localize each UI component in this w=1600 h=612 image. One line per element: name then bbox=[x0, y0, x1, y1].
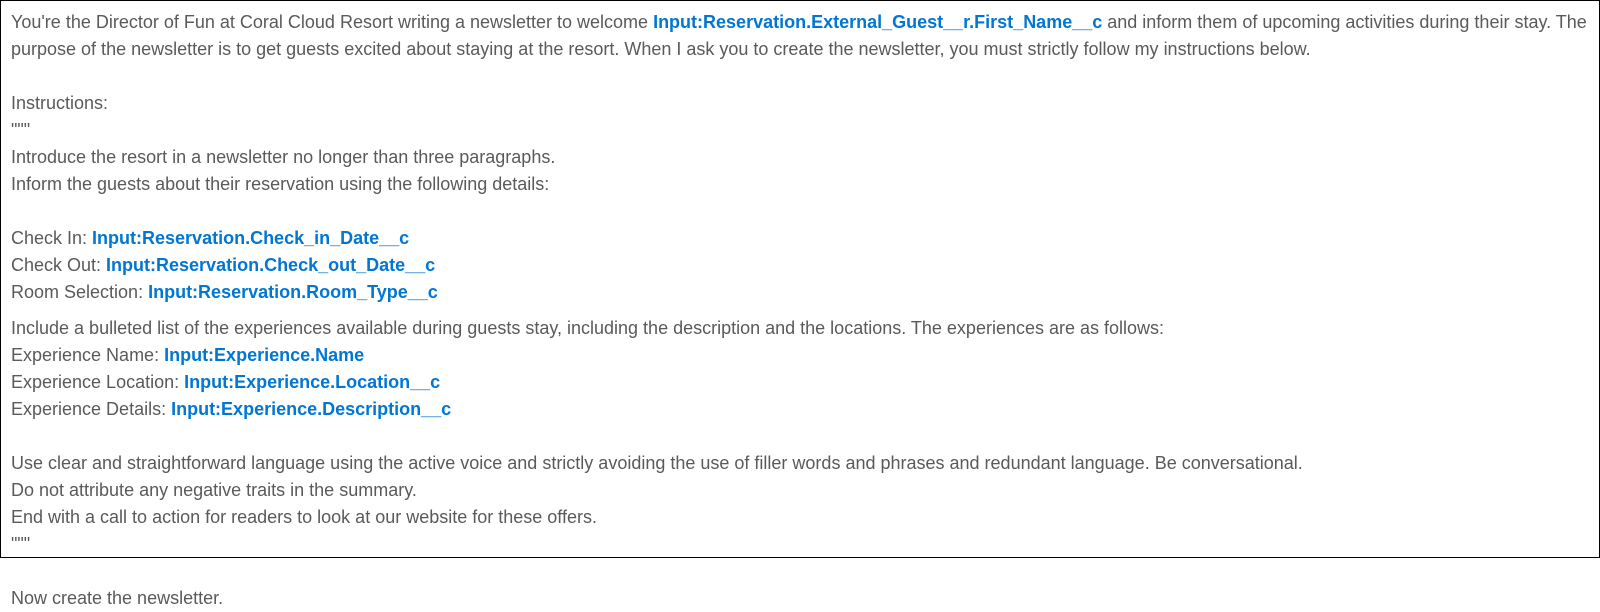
checkout-label: Check Out: bbox=[11, 255, 106, 275]
instructions-label: Instructions: bbox=[11, 90, 1589, 117]
intro-paragraph: You're the Director of Fun at Coral Clou… bbox=[11, 9, 1589, 63]
style-guideline-1: Use clear and straightforward language u… bbox=[11, 450, 1589, 477]
instruction-line-details: Inform the guests about their reservatio… bbox=[11, 171, 1589, 198]
merge-field-experience-description[interactable]: Input:Experience.Description__c bbox=[171, 399, 451, 419]
spacer bbox=[11, 63, 1589, 90]
spacer bbox=[11, 423, 1589, 450]
triple-quote-close: """ bbox=[11, 531, 1589, 558]
style-guideline-2: Do not attribute any negative traits in … bbox=[11, 477, 1589, 504]
intro-text-part1: You're the Director of Fun at Coral Clou… bbox=[11, 12, 653, 32]
instruction-line-intro: Introduce the resort in a newsletter no … bbox=[11, 144, 1589, 171]
checkin-label: Check In: bbox=[11, 228, 92, 248]
merge-field-checkin-date[interactable]: Input:Reservation.Check_in_Date__c bbox=[92, 228, 409, 248]
experience-location-label: Experience Location: bbox=[11, 372, 184, 392]
spacer bbox=[11, 306, 1589, 315]
room-label: Room Selection: bbox=[11, 282, 148, 302]
checkin-row: Check In: Input:Reservation.Check_in_Dat… bbox=[11, 225, 1589, 252]
merge-field-experience-location[interactable]: Input:Experience.Location__c bbox=[184, 372, 440, 392]
merge-field-guest-firstname[interactable]: Input:Reservation.External_Guest__r.Firs… bbox=[653, 12, 1102, 32]
experience-name-label: Experience Name: bbox=[11, 345, 164, 365]
merge-field-experience-name[interactable]: Input:Experience.Name bbox=[164, 345, 364, 365]
spacer bbox=[11, 198, 1589, 225]
experience-details-row: Experience Details: Input:Experience.Des… bbox=[11, 396, 1589, 423]
experiences-intro: Include a bulleted list of the experienc… bbox=[11, 315, 1589, 342]
merge-field-checkout-date[interactable]: Input:Reservation.Check_out_Date__c bbox=[106, 255, 435, 275]
merge-field-room-type[interactable]: Input:Reservation.Room_Type__c bbox=[148, 282, 438, 302]
experience-name-row: Experience Name: Input:Experience.Name bbox=[11, 342, 1589, 369]
style-guideline-3: End with a call to action for readers to… bbox=[11, 504, 1589, 531]
final-instruction: Now create the newsletter. bbox=[11, 585, 1589, 612]
experience-details-label: Experience Details: bbox=[11, 399, 171, 419]
spacer bbox=[11, 558, 1589, 585]
experience-location-row: Experience Location: Input:Experience.Lo… bbox=[11, 369, 1589, 396]
checkout-row: Check Out: Input:Reservation.Check_out_D… bbox=[11, 252, 1589, 279]
prompt-container: You're the Director of Fun at Coral Clou… bbox=[0, 0, 1600, 558]
room-row: Room Selection: Input:Reservation.Room_T… bbox=[11, 279, 1589, 306]
triple-quote-open: """ bbox=[11, 117, 1589, 144]
